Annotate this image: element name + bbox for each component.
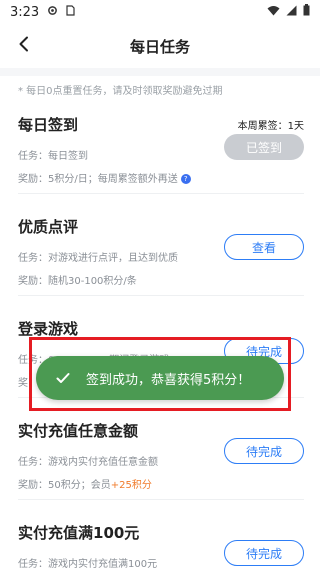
- sim-icon: [66, 4, 75, 20]
- header: 每日任务: [0, 24, 320, 68]
- status-time: 3:23: [10, 4, 40, 20]
- pending-button[interactable]: 待完成: [224, 438, 304, 464]
- status-bar: 3:23: [0, 0, 320, 24]
- chevron-left-icon: [17, 36, 31, 56]
- header-divider: [0, 68, 320, 76]
- task-quality-review: 优质点评 查看 任务：对游戏进行点评，且达到优质 奖励：随机30-100积分/条: [18, 216, 304, 296]
- reset-notice: * 每日0点重置任务，请及时领取奖励避免过期: [18, 86, 223, 97]
- wifi-icon: [267, 5, 280, 20]
- battery-icon: [303, 4, 310, 20]
- task-reward-text: 奖励：5积分/日；每周累签额外再送: [18, 174, 178, 185]
- task-reward: 奖励：5积分/日；每周累签额外再送?: [18, 170, 304, 185]
- status-left: 3:23: [10, 5, 75, 20]
- checked-in-button[interactable]: 已签到: [224, 134, 304, 160]
- task-reward: 奖励：随机30-100积分/条: [18, 276, 137, 287]
- task-topup-any: 实付充值任意金额 待完成 任务：游戏内实付充值任意金额 奖励：50积分；会员+2…: [18, 420, 304, 500]
- signal-icon: [286, 5, 297, 20]
- view-button[interactable]: 查看: [224, 234, 304, 260]
- help-icon[interactable]: ?: [180, 174, 191, 184]
- task-topup-100: 实付充值满100元 待完成 任务：游戏内实付充值满100元: [18, 522, 304, 569]
- page-title: 每日任务: [129, 37, 190, 56]
- week-count: 本周累签：1天: [237, 121, 304, 132]
- status-right: [267, 4, 310, 20]
- task-daily-checkin: 每日签到 本周累签：1天 已签到 任务：每日签到 奖励：5积分/日；每周累签额外…: [18, 114, 304, 194]
- settings-icon: [47, 5, 58, 20]
- back-button[interactable]: [10, 32, 38, 60]
- pending-button[interactable]: 待完成: [224, 540, 304, 566]
- task-reward-text: 奖励：50积分；会员: [18, 480, 111, 491]
- member-bonus: +25积分: [110, 480, 152, 491]
- task-title: 登录游戏: [18, 320, 79, 338]
- task-reward: 奖励：50积分；会员+25积分: [18, 476, 304, 491]
- highlight-frame: [29, 337, 291, 411]
